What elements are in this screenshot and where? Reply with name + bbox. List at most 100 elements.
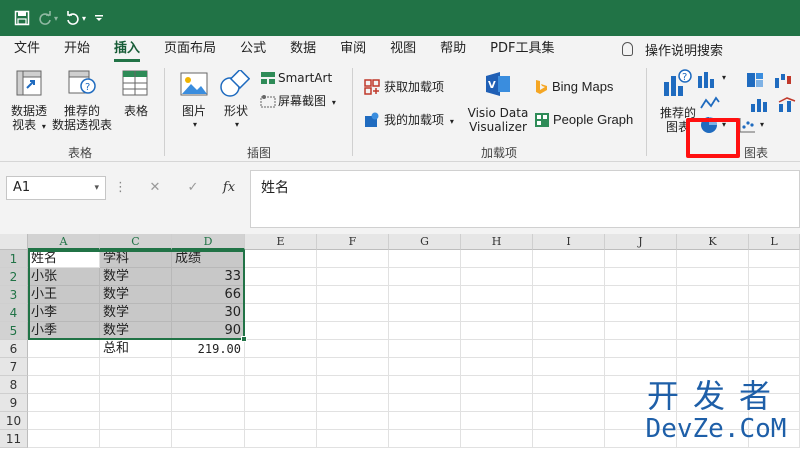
empty-cell[interactable] — [389, 394, 461, 412]
empty-cell[interactable] — [677, 268, 749, 286]
empty-cell[interactable] — [245, 394, 317, 412]
tab-file[interactable]: 文件 — [14, 36, 40, 62]
empty-cell[interactable] — [677, 286, 749, 304]
empty-cell[interactable] — [172, 358, 245, 376]
tab-pdf-tools[interactable]: PDF工具集 — [490, 36, 554, 62]
empty-cell[interactable] — [749, 304, 800, 322]
column-header[interactable]: I — [533, 234, 605, 250]
insert-function-button[interactable]: fx — [216, 176, 242, 200]
empty-cell[interactable] — [389, 340, 461, 358]
cell-a3[interactable]: 小王 — [28, 286, 100, 304]
empty-cell[interactable] — [677, 250, 749, 268]
empty-cell[interactable] — [389, 412, 461, 430]
row-header[interactable]: 2 — [0, 268, 28, 286]
row-header[interactable]: 1 — [0, 250, 28, 268]
pictures-button[interactable]: 图片 ▾ — [176, 104, 212, 132]
tab-data[interactable]: 数据 — [290, 36, 316, 62]
empty-cell[interactable] — [389, 430, 461, 448]
empty-cell[interactable] — [677, 322, 749, 340]
column-header[interactable]: F — [317, 234, 389, 250]
shapes-button[interactable]: 形状 ▾ — [218, 104, 254, 132]
empty-cell[interactable] — [461, 304, 533, 322]
empty-cell[interactable] — [749, 286, 800, 304]
empty-cell[interactable] — [605, 286, 677, 304]
empty-cell[interactable] — [605, 250, 677, 268]
empty-cell[interactable] — [172, 412, 245, 430]
row-header[interactable]: 8 — [0, 376, 28, 394]
empty-cell[interactable] — [461, 286, 533, 304]
cell-a1[interactable]: 姓名 — [28, 250, 100, 268]
empty-cell[interactable] — [245, 304, 317, 322]
empty-cell[interactable] — [533, 340, 605, 358]
column-header[interactable]: G — [389, 234, 461, 250]
cell-a6[interactable] — [28, 340, 100, 358]
cell-a2[interactable]: 小张 — [28, 268, 100, 286]
people-graph-button[interactable]: People Graph — [553, 113, 633, 127]
save-button[interactable] — [14, 0, 30, 36]
cell-c3[interactable]: 数学 — [100, 286, 172, 304]
empty-cell[interactable] — [245, 340, 317, 358]
empty-cell[interactable] — [461, 394, 533, 412]
empty-cell[interactable] — [317, 430, 389, 448]
empty-cell[interactable] — [749, 250, 800, 268]
tab-home[interactable]: 开始 — [64, 36, 90, 62]
column-header[interactable]: E — [245, 234, 317, 250]
recommended-pivot-button[interactable]: 推荐的 数据透视表 — [50, 104, 114, 132]
empty-cell[interactable] — [317, 286, 389, 304]
empty-cell[interactable] — [28, 394, 100, 412]
empty-cell[interactable] — [533, 304, 605, 322]
empty-cell[interactable] — [100, 358, 172, 376]
empty-cell[interactable] — [100, 376, 172, 394]
name-box[interactable]: A1 ▾ — [6, 176, 106, 200]
empty-cell[interactable] — [533, 268, 605, 286]
empty-cell[interactable] — [317, 394, 389, 412]
pivot-table-button[interactable]: 数据透 视表 ▾ — [4, 104, 54, 134]
undo-button[interactable]: ▾ — [66, 0, 86, 36]
tab-formulas[interactable]: 公式 — [240, 36, 266, 62]
cell-a5[interactable]: 小季 — [28, 322, 100, 340]
empty-cell[interactable] — [461, 340, 533, 358]
empty-cell[interactable] — [533, 412, 605, 430]
empty-cell[interactable] — [605, 358, 677, 376]
cell-d5[interactable]: 90 — [172, 322, 245, 340]
empty-cell[interactable] — [245, 250, 317, 268]
cancel-button[interactable]: ✕ — [142, 176, 168, 200]
empty-cell[interactable] — [461, 268, 533, 286]
formula-input[interactable]: 姓名 — [250, 170, 800, 228]
empty-cell[interactable] — [245, 322, 317, 340]
cell-c2[interactable]: 数学 — [100, 268, 172, 286]
column-header[interactable]: D — [172, 234, 245, 250]
empty-cell[interactable] — [245, 376, 317, 394]
empty-cell[interactable] — [533, 250, 605, 268]
empty-cell[interactable] — [389, 304, 461, 322]
empty-cell[interactable] — [245, 412, 317, 430]
empty-cell[interactable] — [533, 358, 605, 376]
empty-cell[interactable] — [461, 430, 533, 448]
empty-cell[interactable] — [677, 358, 749, 376]
empty-cell[interactable] — [317, 322, 389, 340]
column-header[interactable]: C — [100, 234, 172, 250]
empty-cell[interactable] — [317, 268, 389, 286]
select-all-corner[interactable] — [0, 234, 28, 250]
column-header[interactable]: L — [749, 234, 800, 250]
empty-cell[interactable] — [461, 322, 533, 340]
row-header[interactable]: 4 — [0, 304, 28, 322]
empty-cell[interactable] — [28, 376, 100, 394]
empty-cell[interactable] — [605, 340, 677, 358]
row-header[interactable]: 7 — [0, 358, 28, 376]
column-header[interactable]: K — [677, 234, 749, 250]
cell-d3[interactable]: 66 — [172, 286, 245, 304]
empty-cell[interactable] — [317, 412, 389, 430]
empty-cell[interactable] — [28, 430, 100, 448]
empty-cell[interactable] — [245, 430, 317, 448]
empty-cell[interactable] — [172, 430, 245, 448]
bing-maps-button[interactable]: Bing Maps — [552, 80, 613, 94]
column-chart-button[interactable]: ▾ — [696, 70, 732, 90]
empty-cell[interactable] — [389, 358, 461, 376]
empty-cell[interactable] — [389, 286, 461, 304]
empty-cell[interactable] — [605, 304, 677, 322]
cell-d2[interactable]: 33 — [172, 268, 245, 286]
tab-help[interactable]: 帮助 — [440, 36, 466, 62]
row-header[interactable]: 6 — [0, 340, 28, 358]
empty-cell[interactable] — [317, 376, 389, 394]
